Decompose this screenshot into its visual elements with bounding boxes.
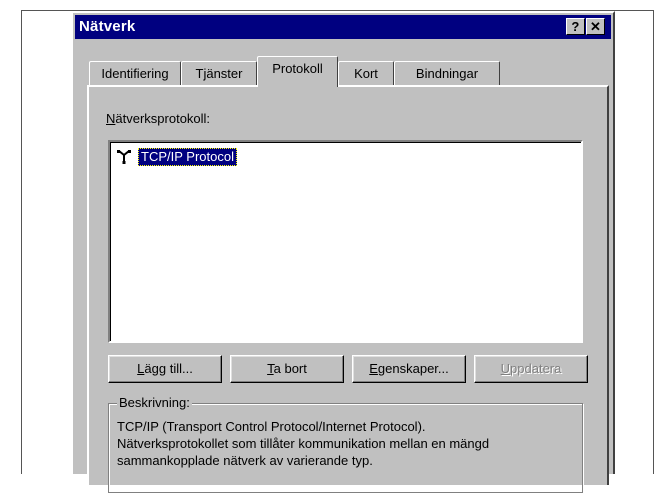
window-title: Nätverk [79, 18, 136, 35]
tab-tjanster[interactable]: Tjänster [181, 61, 257, 86]
title-bar[interactable]: Nätverk ? ✕ [75, 15, 611, 39]
protocols-label: Nätverksprotokoll: [106, 111, 211, 126]
properties-button[interactable]: Egenskaper... [352, 355, 466, 383]
tab-identifiering[interactable]: Identifiering [89, 61, 181, 86]
list-item-label: TCP/IP Protocol [138, 147, 237, 166]
protocol-listbox[interactable]: TCP/IP Protocol [108, 140, 583, 343]
description-text: TCP/IP (Transport Control Protocol/Inter… [117, 418, 577, 469]
update-button: Uppdatera [474, 355, 588, 383]
tab-kort[interactable]: Kort [338, 61, 394, 86]
tab-bindningar[interactable]: Bindningar [394, 61, 500, 86]
description-line-1: TCP/IP (Transport Control Protocol/Inter… [117, 419, 426, 434]
description-line-3: sammankopplade nätverk av varierande typ… [117, 453, 373, 468]
network-protocol-icon [116, 149, 138, 165]
tab-protokoll[interactable]: Protokoll [257, 56, 338, 87]
list-item-tcpip[interactable]: TCP/IP Protocol [116, 147, 237, 166]
description-line-2: Nätverksprotokollet som tillåter kommuni… [117, 436, 490, 451]
description-label: Beskrivning: [117, 395, 192, 410]
protocol-tab-panel: Nätverksprotokoll: TCP/IP Protocol Lägg … [87, 85, 609, 493]
description-group: Beskrivning: TCP/IP (Transport Control P… [108, 395, 583, 493]
network-dialog: Nätverk ? ✕ Identifiering Tjänster Proto… [71, 11, 615, 493]
close-button[interactable]: ✕ [586, 18, 605, 35]
help-button[interactable]: ? [566, 18, 585, 35]
remove-button[interactable]: Ta bort [230, 355, 344, 383]
add-button[interactable]: Lägg till... [108, 355, 222, 383]
